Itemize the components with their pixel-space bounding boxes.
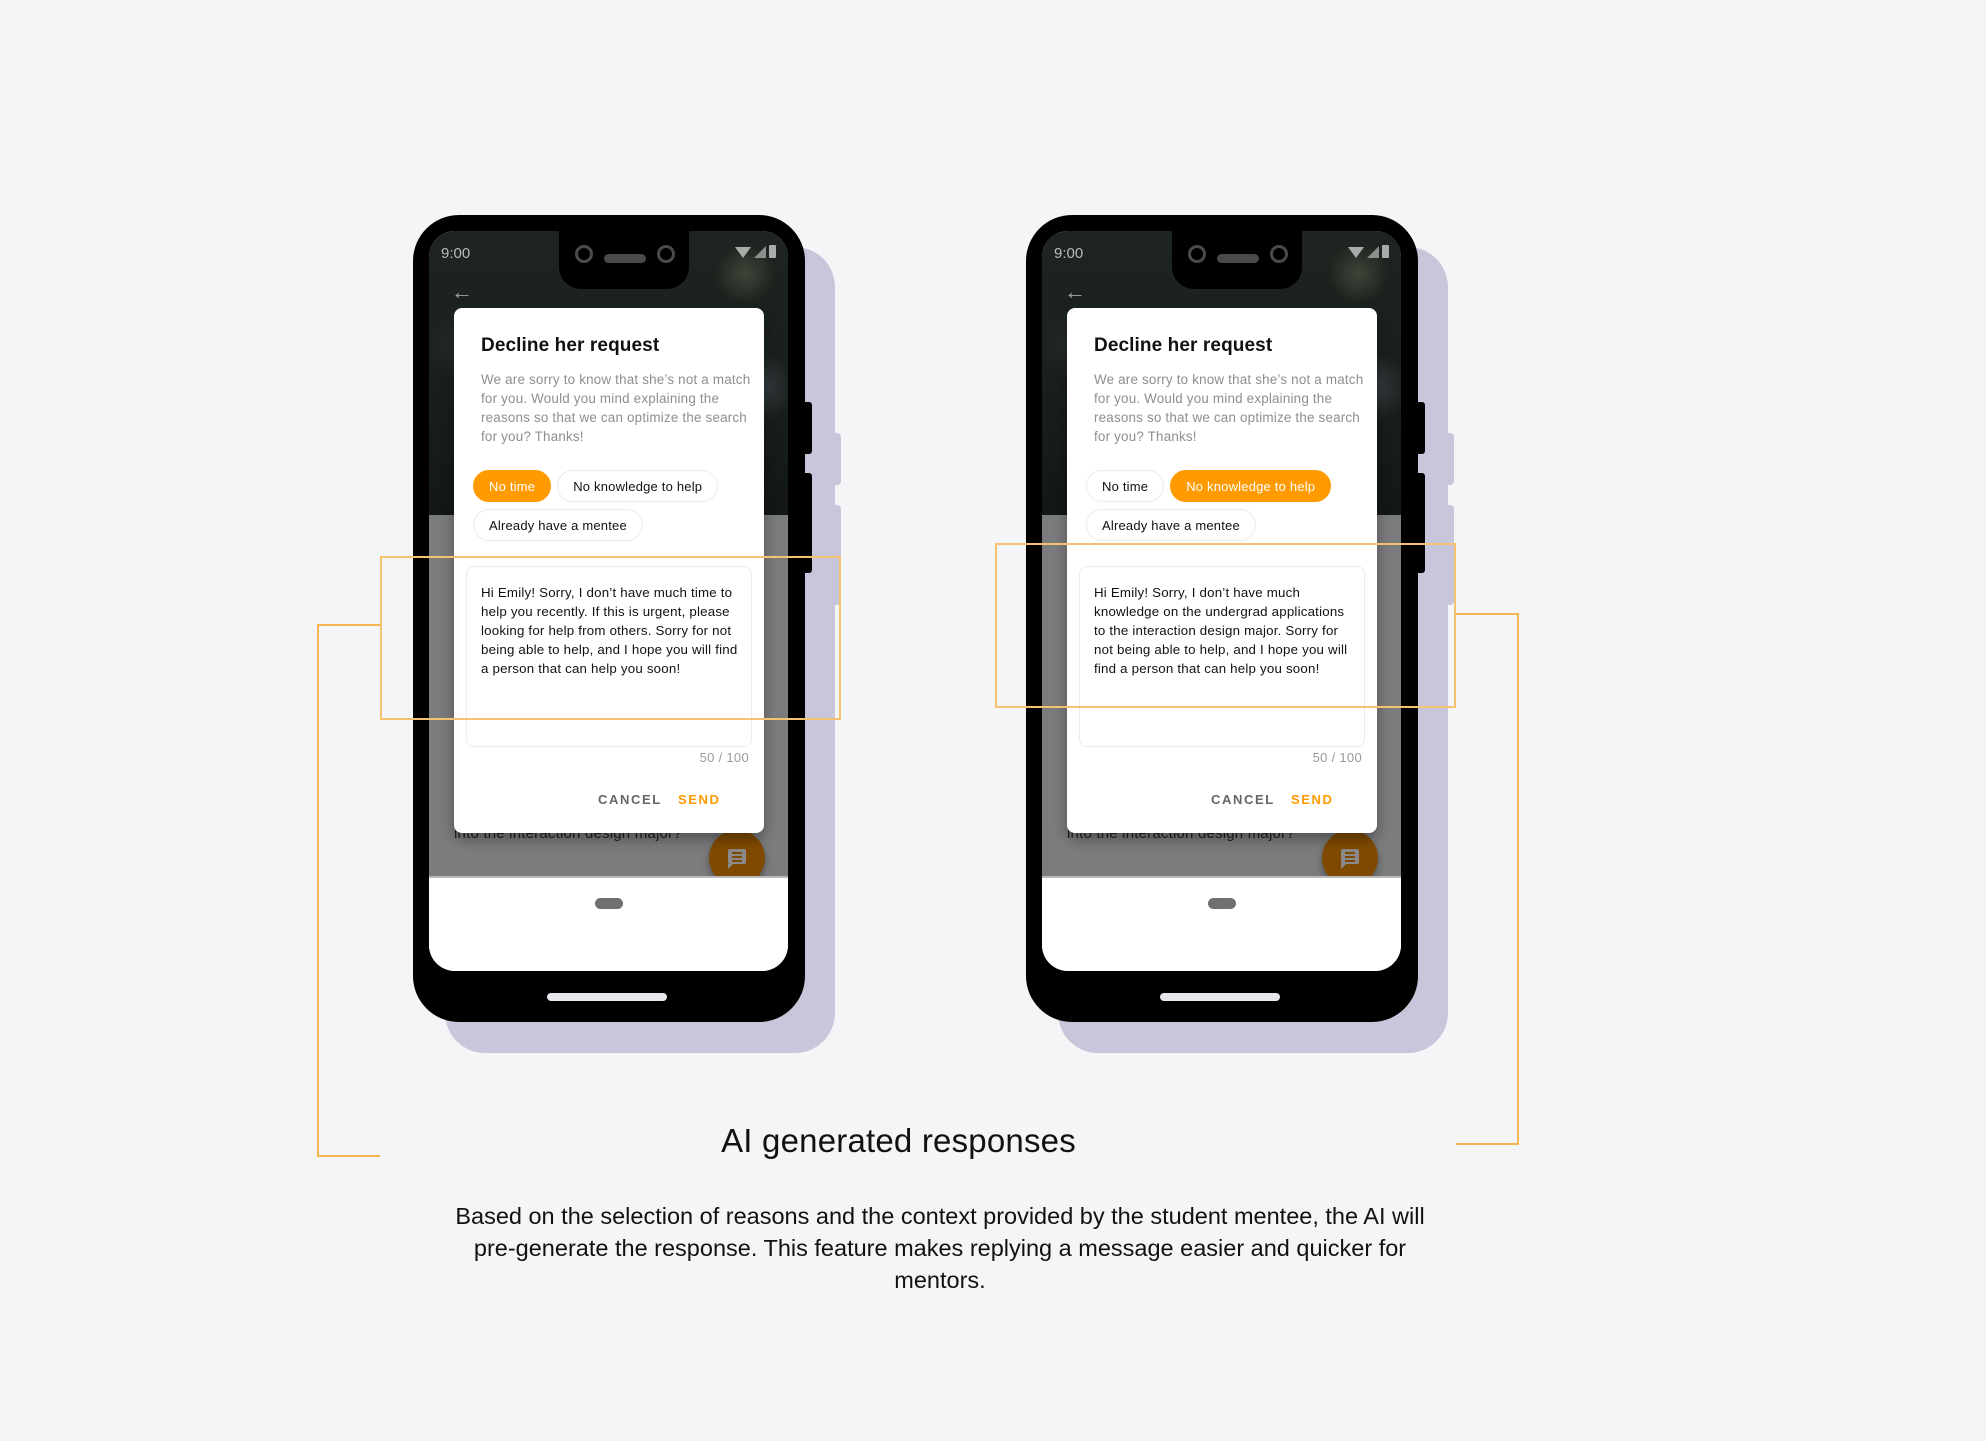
- battery-icon: [1382, 245, 1389, 258]
- phone-shadow-button: [833, 433, 841, 485]
- speaker-grille: [604, 254, 646, 263]
- camera-icon: [1188, 245, 1206, 263]
- home-indicator: [547, 993, 667, 1001]
- annotation-bracket-right: [1456, 613, 1519, 1145]
- status-icons: [1348, 245, 1389, 258]
- chat-icon: [728, 849, 746, 869]
- highlight-box-left: [380, 556, 841, 720]
- caption-title: AI generated responses: [721, 1122, 1076, 1159]
- wifi-icon: [735, 247, 751, 258]
- bottom-nav-bar: [1042, 876, 1401, 971]
- signal-icon: [1367, 246, 1379, 258]
- phone-shadow-button: [1446, 433, 1454, 485]
- sensor-icon: [657, 245, 675, 263]
- back-arrow-icon[interactable]: ←: [451, 281, 473, 303]
- camera-icon: [575, 245, 593, 263]
- chip-already-mentee[interactable]: Already have a mentee: [1086, 509, 1256, 541]
- camera-notch: [559, 231, 689, 289]
- signal-icon: [754, 246, 766, 258]
- cancel-button[interactable]: CANCEL: [1211, 792, 1275, 807]
- bottom-nav-bar: [429, 876, 788, 971]
- dialog-description: We are sorry to know that she’s not a ma…: [1094, 372, 1364, 444]
- chip-already-mentee[interactable]: Already have a mentee: [473, 509, 643, 541]
- camera-notch: [1172, 231, 1302, 289]
- chat-icon: [1341, 849, 1359, 869]
- status-time: 9:00: [1054, 245, 1084, 262]
- cancel-button[interactable]: CANCEL: [598, 792, 662, 807]
- home-nav-pill[interactable]: [1207, 898, 1236, 909]
- chip-no-knowledge[interactable]: No knowledge to help: [1170, 470, 1332, 502]
- power-button: [1417, 402, 1425, 454]
- reason-chips: No time No knowledge to help Already hav…: [473, 470, 763, 541]
- character-counter: 50 / 100: [1312, 750, 1362, 765]
- reason-chips: No time No knowledge to help Already hav…: [1086, 470, 1376, 541]
- speaker-grille: [1217, 254, 1259, 263]
- wifi-icon: [1348, 247, 1364, 258]
- back-arrow-icon[interactable]: ←: [1064, 281, 1086, 303]
- chip-no-time[interactable]: No time: [473, 470, 552, 502]
- highlight-box-right: [995, 543, 1456, 708]
- chip-no-time[interactable]: No time: [1086, 470, 1165, 502]
- dialog-title: Decline her request: [1094, 335, 1273, 356]
- battery-icon: [769, 245, 776, 258]
- caption-body: Based on the selection of reasons and th…: [455, 1203, 1425, 1293]
- status-time: 9:00: [441, 245, 471, 262]
- status-icons: [735, 245, 776, 258]
- character-counter: 50 / 100: [699, 750, 749, 765]
- annotation-bracket-left: [317, 624, 380, 1157]
- home-indicator: [1160, 993, 1280, 1001]
- home-nav-pill[interactable]: [594, 898, 623, 909]
- send-button[interactable]: SEND: [678, 792, 721, 807]
- chip-no-knowledge[interactable]: No knowledge to help: [557, 470, 719, 502]
- power-button: [804, 402, 812, 454]
- dialog-title: Decline her request: [481, 335, 660, 356]
- send-button[interactable]: SEND: [1291, 792, 1334, 807]
- dialog-description: We are sorry to know that she’s not a ma…: [481, 372, 751, 444]
- sensor-icon: [1270, 245, 1288, 263]
